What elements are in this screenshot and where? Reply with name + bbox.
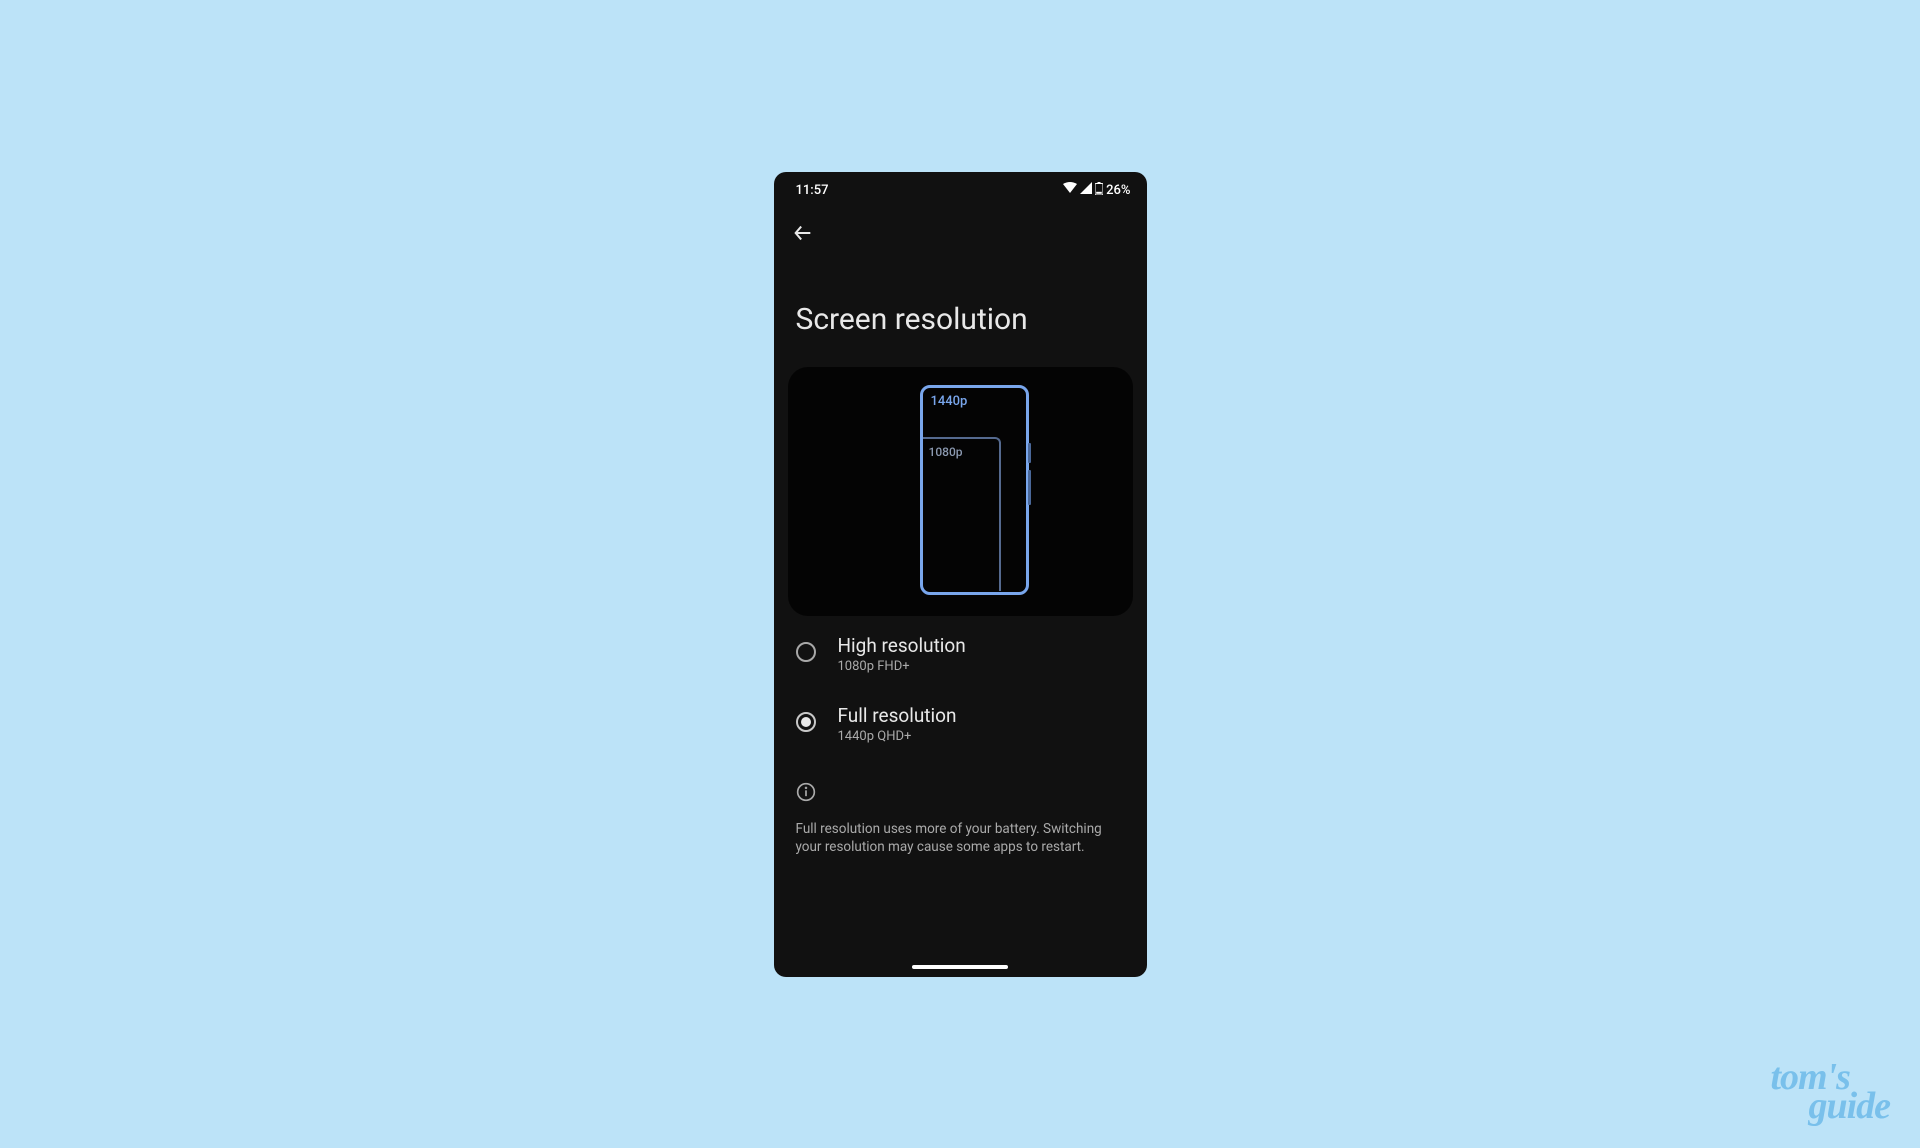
phone-frame: 11:57 26% Screen resolution 1440p 1080p (774, 172, 1147, 977)
status-icons: 26% (1063, 182, 1130, 199)
preview-label-1080: 1080p (929, 445, 963, 459)
back-button[interactable] (792, 222, 814, 248)
watermark-logo: tom's guide (1770, 1063, 1890, 1120)
option-title: High resolution (838, 634, 966, 657)
info-text: Full resolution uses more of your batter… (796, 820, 1125, 858)
status-bar: 11:57 26% (774, 172, 1147, 199)
battery-icon (1095, 182, 1103, 199)
page-title: Screen resolution (796, 302, 1028, 337)
wifi-icon (1063, 182, 1077, 198)
option-subtitle: 1440p QHD+ (838, 729, 957, 744)
option-full-resolution[interactable]: Full resolution 1440p QHD+ (796, 704, 1125, 744)
resolution-preview: 1440p 1080p (788, 367, 1133, 616)
battery-percent: 26% (1106, 183, 1130, 198)
cellular-icon (1080, 182, 1092, 198)
preview-side-button (1028, 443, 1031, 463)
preview-phone-1440: 1440p 1080p (920, 385, 1029, 595)
preview-label-1440: 1440p (931, 394, 968, 409)
info-section: Full resolution uses more of your batter… (796, 782, 1125, 858)
radio-unchecked-icon (796, 642, 816, 662)
option-subtitle: 1080p FHD+ (838, 659, 966, 674)
navigation-bar[interactable] (912, 965, 1008, 969)
preview-phone-1080: 1080p (923, 437, 1001, 591)
info-icon (796, 782, 1125, 806)
option-text: Full resolution 1440p QHD+ (838, 704, 957, 744)
preview-side-button (1028, 470, 1031, 505)
clock: 11:57 (796, 183, 829, 198)
resolution-options: High resolution 1080p FHD+ Full resoluti… (796, 634, 1125, 774)
option-text: High resolution 1080p FHD+ (838, 634, 966, 674)
option-title: Full resolution (838, 704, 957, 727)
radio-checked-icon (796, 712, 816, 732)
option-high-resolution[interactable]: High resolution 1080p FHD+ (796, 634, 1125, 674)
